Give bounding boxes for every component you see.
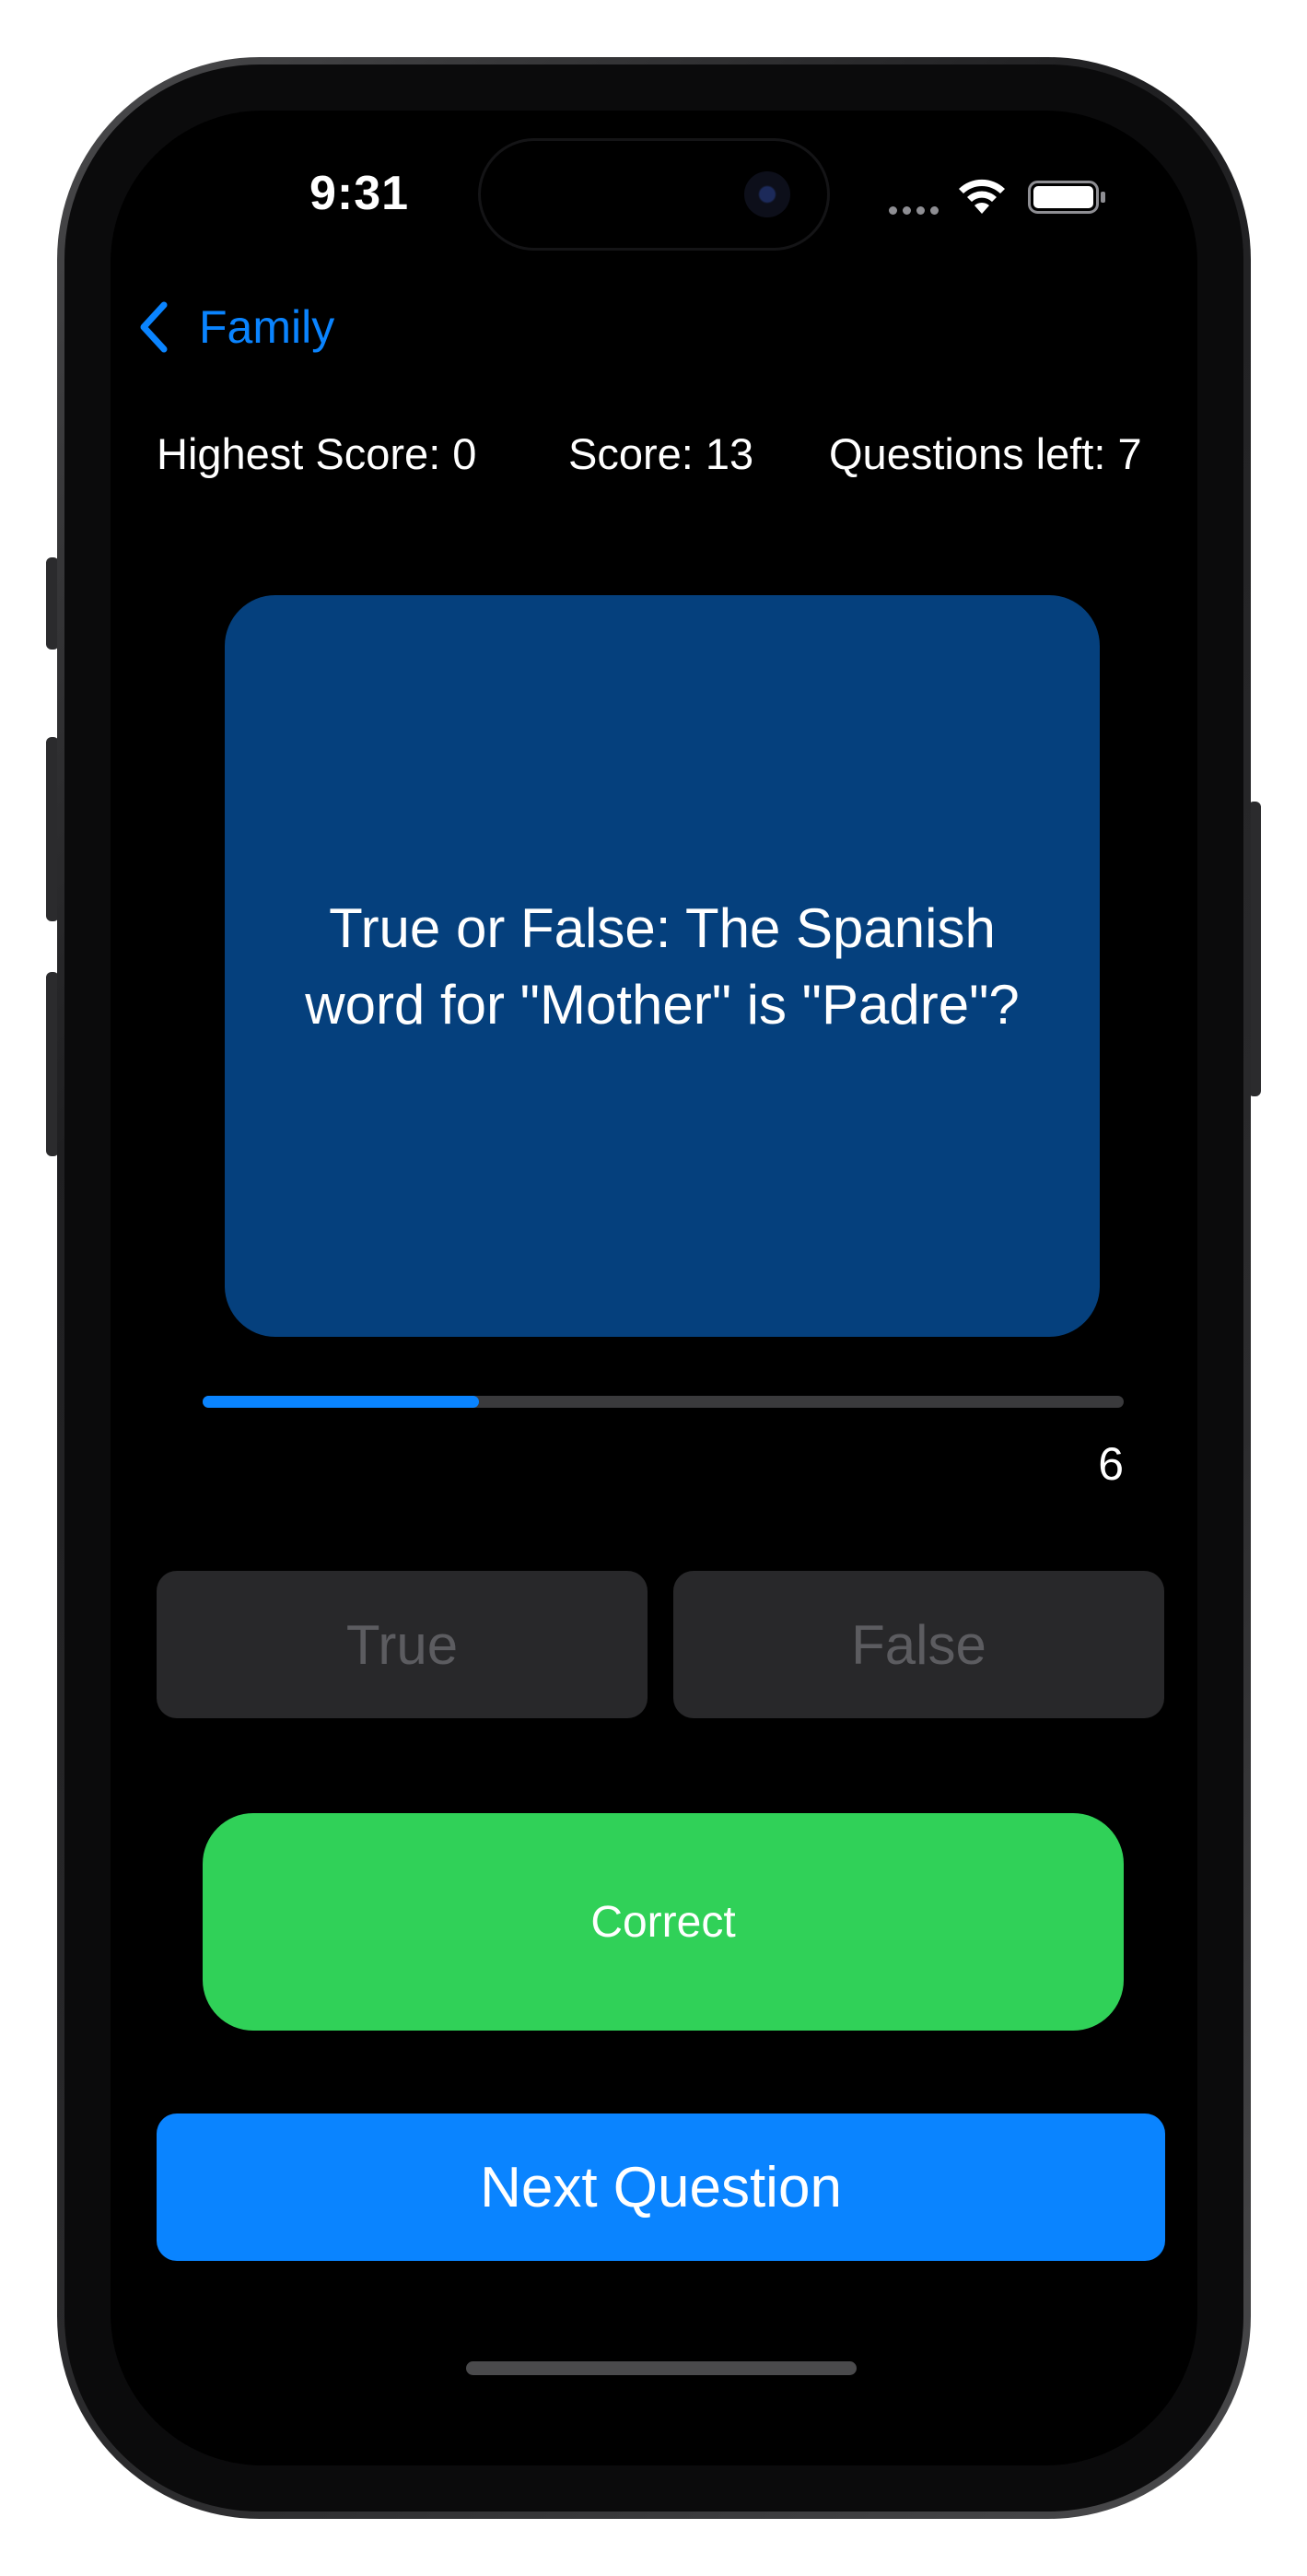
app-screen: 9:31 Family Highest Score: 0 Score: 13 Q…	[111, 111, 1197, 2465]
timer-value: 6	[1098, 1438, 1124, 1490]
wifi-icon	[959, 179, 1005, 214]
result-banner: Correct	[203, 1813, 1124, 2031]
highest-score: Highest Score: 0	[157, 429, 477, 478]
timer-progress-fill	[203, 1396, 479, 1408]
timer-progress-bar	[203, 1396, 1124, 1408]
back-button[interactable]: Family	[136, 295, 334, 359]
question-card: True or False: The Spanish word for "Mot…	[225, 595, 1100, 1337]
current-score: Score: 13	[568, 429, 754, 478]
questions-left: Questions left: 7	[829, 429, 1142, 478]
next-question-button[interactable]: Next Question	[157, 2113, 1165, 2261]
back-button-label: Family	[199, 301, 335, 353]
chevron-left-icon	[140, 301, 168, 353]
false-button[interactable]: False	[673, 1571, 1164, 1718]
battery-icon	[1028, 181, 1105, 214]
true-button[interactable]: True	[157, 1571, 648, 1718]
device-mockup: 9:31 Family Highest Score: 0 Score: 13 Q…	[0, 0, 1307, 2576]
status-time: 9:31	[309, 167, 410, 220]
home-indicator	[466, 2361, 857, 2375]
signal-dots-icon	[889, 203, 944, 215]
camera-icon	[744, 171, 790, 217]
question-text: True or False: The Spanish word for "Mot…	[305, 896, 1020, 1036]
